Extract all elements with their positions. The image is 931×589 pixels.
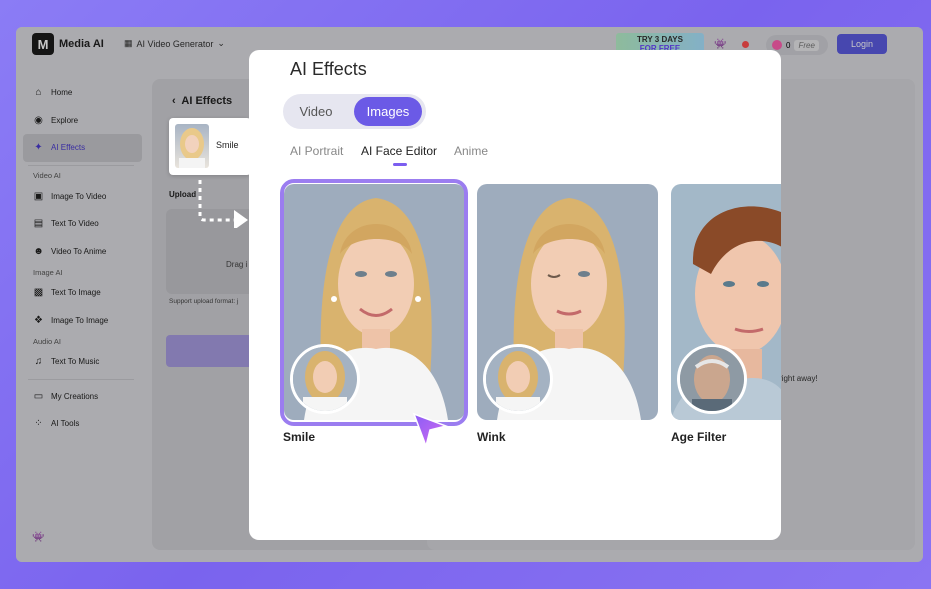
sidebar-item-label: Explore	[51, 115, 79, 125]
ai-effects-modal: AI Effects Video Images AI Portrait AI F…	[249, 50, 781, 540]
tab-video[interactable]: Video	[286, 97, 346, 126]
sidebar-item-label: Text To Image	[51, 288, 101, 298]
folder-icon: ▭	[33, 390, 44, 402]
dashed-arrow-icon	[198, 180, 248, 228]
sidebar-item-image-to-video[interactable]: ▣ Image To Video	[16, 183, 146, 211]
sidebar-item-home[interactable]: ⌂ Home	[16, 79, 146, 107]
before-thumbnail	[677, 344, 747, 414]
group-video-ai: Video AI	[33, 171, 61, 180]
sidebar-item-label: AI Tools	[51, 419, 80, 429]
anime-icon: ☻	[33, 245, 44, 257]
tab-images[interactable]: Images	[354, 97, 422, 126]
sidebar-item-ai-effects[interactable]: ✦ AI Effects	[23, 134, 142, 162]
result-hint: right away!	[779, 374, 818, 383]
sidebar-item-label: Image To Video	[51, 191, 107, 201]
cursor-pointer-icon	[412, 412, 448, 448]
effect-card-wink[interactable]	[477, 184, 658, 420]
upload-label: Upload	[169, 190, 197, 199]
chip-thumbnail	[175, 124, 209, 168]
record-icon[interactable]	[742, 41, 749, 48]
modal-title: AI Effects	[290, 59, 367, 79]
selected-card-border	[280, 179, 468, 426]
sidebar-item-label: My Creations	[51, 391, 99, 401]
banner-line1: TRY 3 DAYS	[637, 35, 683, 44]
before-thumbnail	[483, 344, 553, 414]
effect-card-age-filter[interactable]	[671, 184, 781, 420]
compass-icon: ◉	[34, 114, 43, 126]
generator-selector-label: AI Video Generator	[136, 38, 214, 49]
free-tag: Free	[794, 39, 819, 51]
sidebar: ⌂ Home ◉ Explore ✦ AI Effects Video AI ▣…	[16, 79, 146, 438]
sidebar-item-label: Text To Video	[51, 219, 99, 229]
text-video-icon: ▤	[33, 218, 44, 230]
sidebar-item-label: Image To Image	[51, 315, 109, 325]
text-image-icon: ▩	[33, 287, 44, 299]
subtab-ai-portrait[interactable]: AI Portrait	[290, 144, 343, 158]
coin-icon	[772, 40, 782, 50]
subtab-anime[interactable]: Anime	[454, 144, 488, 158]
sidebar-item-label: AI Effects	[51, 143, 86, 153]
group-image-ai: Image AI	[33, 267, 63, 277]
discord-icon[interactable]: 👾	[714, 39, 726, 50]
card-label-age-filter: Age Filter	[671, 430, 727, 444]
sidebar-item-video-to-anime[interactable]: ☻ Video To Anime	[16, 238, 146, 266]
subtab-ai-face-editor[interactable]: AI Face Editor	[361, 144, 437, 158]
page-title-text: AI Effects	[181, 95, 233, 107]
effect-chip-smile[interactable]: Smile	[169, 118, 251, 175]
active-subtab-indicator	[393, 163, 407, 166]
page-title[interactable]: ‹ AI Effects	[172, 95, 232, 107]
grid-icon: ▦	[124, 38, 133, 48]
sidebar-item-label: Video To Anime	[51, 246, 107, 256]
card-label-wink: Wink	[477, 430, 506, 444]
sidebar-item-label: Text To Music	[51, 357, 100, 367]
home-icon: ⌂	[35, 87, 42, 99]
tools-icon: ⁘	[34, 418, 43, 430]
group-audio-ai: Audio AI	[33, 336, 61, 346]
sidebar-item-text-to-music[interactable]: ♫ Text To Music	[16, 348, 146, 376]
chevron-down-icon: ⌄	[217, 38, 225, 48]
sidebar-item-my-creations[interactable]: ▭ My Creations	[16, 383, 146, 411]
back-arrow-icon[interactable]: ‹	[172, 95, 179, 107]
brand-name: Media AI	[59, 38, 104, 50]
chip-label: Smile	[216, 140, 239, 150]
generator-selector[interactable]: ▦ AI Video Generator ⌄	[124, 38, 225, 49]
sidebar-item-ai-tools[interactable]: ⁘ AI Tools	[16, 410, 146, 438]
image-video-icon: ▣	[33, 190, 44, 202]
image-image-icon: ❖	[34, 314, 43, 326]
app-logo[interactable]: M	[32, 33, 54, 55]
sidebar-item-text-to-image[interactable]: ▩ Text To Image	[16, 279, 146, 307]
support-format-text: Support upload format: j	[169, 298, 239, 305]
sidebar-item-label: Home	[51, 88, 73, 98]
sidebar-item-explore[interactable]: ◉ Explore	[16, 107, 146, 135]
divider	[28, 378, 134, 380]
discord-icon[interactable]: 👾	[32, 532, 44, 543]
card-label-smile: Smile	[283, 430, 316, 444]
sidebar-item-text-to-video[interactable]: ▤ Text To Video	[16, 210, 146, 238]
divider	[28, 164, 134, 166]
login-button[interactable]: Login	[837, 34, 887, 54]
credits-count: 0	[786, 40, 791, 50]
dropzone-text: Drag i	[226, 260, 248, 269]
sparkle-icon: ✦	[34, 142, 43, 154]
sidebar-item-image-to-image[interactable]: ❖ Image To Image	[16, 307, 146, 335]
mode-switch: Video Images	[283, 94, 426, 129]
music-icon: ♫	[34, 356, 43, 368]
